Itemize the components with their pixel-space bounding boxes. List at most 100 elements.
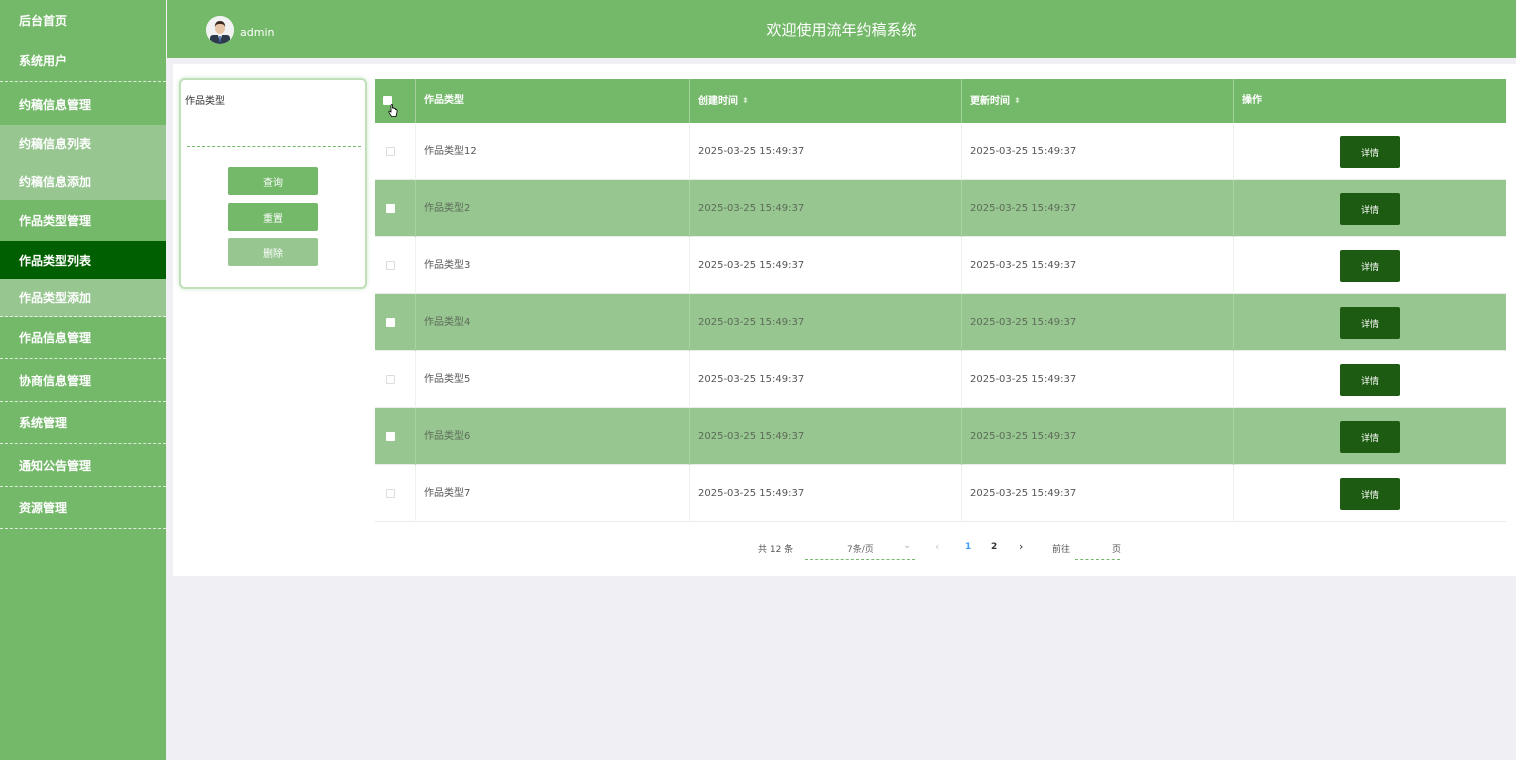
header-updated-time[interactable]: 更新时间 ⬍ [962,79,1234,123]
sidebar-item-worktype-add[interactable]: 作品类型添加 [0,279,166,317]
detail-button[interactable]: 详情 [1340,250,1400,282]
created-time-cell: 2025-03-25 15:49:37 [690,465,962,522]
query-button[interactable]: 查询 [228,167,318,195]
table-row: 作品类型3 2025-03-25 15:49:37 2025-03-25 15:… [375,237,1506,294]
sidebar-item-label: 约稿信息添加 [19,174,92,189]
worktype-search-input[interactable] [187,130,361,147]
row-checkbox-cell [375,465,416,522]
search-label: 作品类型 [185,96,225,107]
search-panel: 作品类型 查询 重置 删除 [179,78,367,289]
row-checkbox[interactable] [386,375,395,384]
worktype-cell: 作品类型5 [416,351,690,408]
detail-button[interactable]: 详情 [1340,307,1400,339]
row-checkbox[interactable] [386,261,395,270]
sidebar-item-commission-mgmt[interactable]: 约稿信息管理 [0,83,166,125]
sidebar: 后台首页 系统用户 约稿信息管理 约稿信息列表 约稿信息添加 作品类型管理 作品… [0,0,166,760]
header-action: 操作 [1234,79,1506,123]
page-title: 欢迎使用流年约稿系统 [766,21,917,39]
row-checkbox-cell [375,237,416,294]
sidebar-item-label: 系统用户 [19,54,68,68]
sidebar-item-home[interactable]: 后台首页 [0,0,166,40]
page-2-button[interactable]: 2 [991,542,997,552]
page-1-button[interactable]: 1 [965,542,971,552]
created-time-cell: 2025-03-25 15:49:37 [690,237,962,294]
updated-time-cell: 2025-03-25 15:49:37 [962,123,1234,180]
sidebar-item-label: 资源管理 [19,501,68,515]
detail-button[interactable]: 详情 [1340,364,1400,396]
page-size-select[interactable]: 7条/页 ⌄ [805,538,915,560]
sidebar-item-label: 作品类型添加 [19,291,92,305]
detail-button[interactable]: 详情 [1340,136,1400,168]
chevron-left-icon[interactable]: ‹ [935,540,939,553]
sidebar-item-label: 作品类型管理 [19,214,92,228]
sidebar-item-system-users[interactable]: 系统用户 [0,40,166,82]
created-time-cell: 2025-03-25 15:49:37 [690,180,962,237]
header-created-label: 创建时间 [698,96,738,107]
header-action-label: 操作 [1242,95,1262,106]
table-row: 作品类型6 2025-03-25 15:49:37 2025-03-25 15:… [375,408,1506,465]
delete-button[interactable]: 删除 [228,238,318,266]
row-checkbox-cell [375,123,416,180]
row-checkbox-cell [375,294,416,351]
sidebar-item-negotiation-mgmt[interactable]: 协商信息管理 [0,359,166,402]
sidebar-item-label: 后台首页 [19,13,68,28]
updated-time-cell: 2025-03-25 15:49:37 [962,465,1234,522]
updated-time-cell: 2025-03-25 15:49:37 [962,180,1234,237]
chevron-down-icon: ⌄ [903,540,912,551]
sort-caret-icon[interactable]: ⬍ [742,79,749,123]
table-row: 作品类型7 2025-03-25 15:49:37 2025-03-25 15:… [375,465,1506,522]
header-updated-label: 更新时间 [970,96,1010,107]
updated-time-cell: 2025-03-25 15:49:37 [962,294,1234,351]
row-checkbox-cell [375,351,416,408]
detail-button[interactable]: 详情 [1340,421,1400,453]
sidebar-item-label: 约稿信息管理 [19,97,92,112]
sidebar-item-resource-mgmt[interactable]: 资源管理 [0,487,166,529]
row-checkbox[interactable] [386,489,395,498]
created-time-cell: 2025-03-25 15:49:37 [690,408,962,465]
created-time-cell: 2025-03-25 15:49:37 [690,294,962,351]
row-checkbox[interactable] [386,204,395,213]
sidebar-item-worktype-mgmt[interactable]: 作品类型管理 [0,200,166,241]
table-row: 作品类型4 2025-03-25 15:49:37 2025-03-25 15:… [375,294,1506,351]
reset-button[interactable]: 重置 [228,203,318,231]
pagination-total: 共 12 条 [758,545,794,555]
pointer-cursor-icon [388,104,398,117]
row-checkbox[interactable] [386,147,395,156]
row-checkbox-cell [375,180,416,237]
worktype-cell: 作品类型6 [416,408,690,465]
sidebar-item-system-mgmt[interactable]: 系统管理 [0,402,166,444]
sidebar-item-label: 作品类型列表 [19,253,92,268]
worktype-cell: 作品类型4 [416,294,690,351]
header-created-time[interactable]: 创建时间 ⬍ [690,79,962,123]
created-time-cell: 2025-03-25 15:49:37 [690,123,962,180]
updated-time-cell: 2025-03-25 15:49:37 [962,351,1234,408]
chevron-right-icon[interactable]: › [1019,540,1023,553]
sidebar-item-label: 协商信息管理 [19,373,92,388]
updated-time-cell: 2025-03-25 15:49:37 [962,237,1234,294]
detail-button[interactable]: 详情 [1340,478,1400,510]
page-unit-label: 页 [1112,545,1122,555]
page-size-value: 7条/页 [847,545,874,555]
sidebar-item-notice-mgmt[interactable]: 通知公告管理 [0,444,166,487]
sidebar-item-commission-add[interactable]: 约稿信息添加 [0,162,166,200]
goto-label: 前往 [1052,545,1071,555]
detail-button[interactable]: 详情 [1340,193,1400,225]
row-checkbox[interactable] [386,432,395,441]
table-row: 作品类型5 2025-03-25 15:49:37 2025-03-25 15:… [375,351,1506,408]
created-time-cell: 2025-03-25 15:49:37 [690,351,962,408]
row-checkbox[interactable] [386,318,395,327]
worktype-cell: 作品类型2 [416,180,690,237]
sidebar-item-commission-list[interactable]: 约稿信息列表 [0,125,166,162]
updated-time-cell: 2025-03-25 15:49:37 [962,408,1234,465]
header-worktype: 作品类型 [416,79,690,123]
sort-caret-icon[interactable]: ⬍ [1014,79,1021,123]
sidebar-item-label: 约稿信息列表 [19,137,92,151]
sidebar-item-worktype-list[interactable]: 作品类型列表 [0,241,166,279]
sidebar-item-label: 系统管理 [19,416,68,430]
worktype-cell: 作品类型12 [416,123,690,180]
table-row: 作品类型12 2025-03-25 15:49:37 2025-03-25 15… [375,123,1506,180]
table-row: 作品类型2 2025-03-25 15:49:37 2025-03-25 15:… [375,180,1506,237]
header-checkbox-cell [375,79,416,123]
sidebar-item-label: 通知公告管理 [19,458,92,473]
sidebar-item-work-mgmt[interactable]: 作品信息管理 [0,317,166,359]
